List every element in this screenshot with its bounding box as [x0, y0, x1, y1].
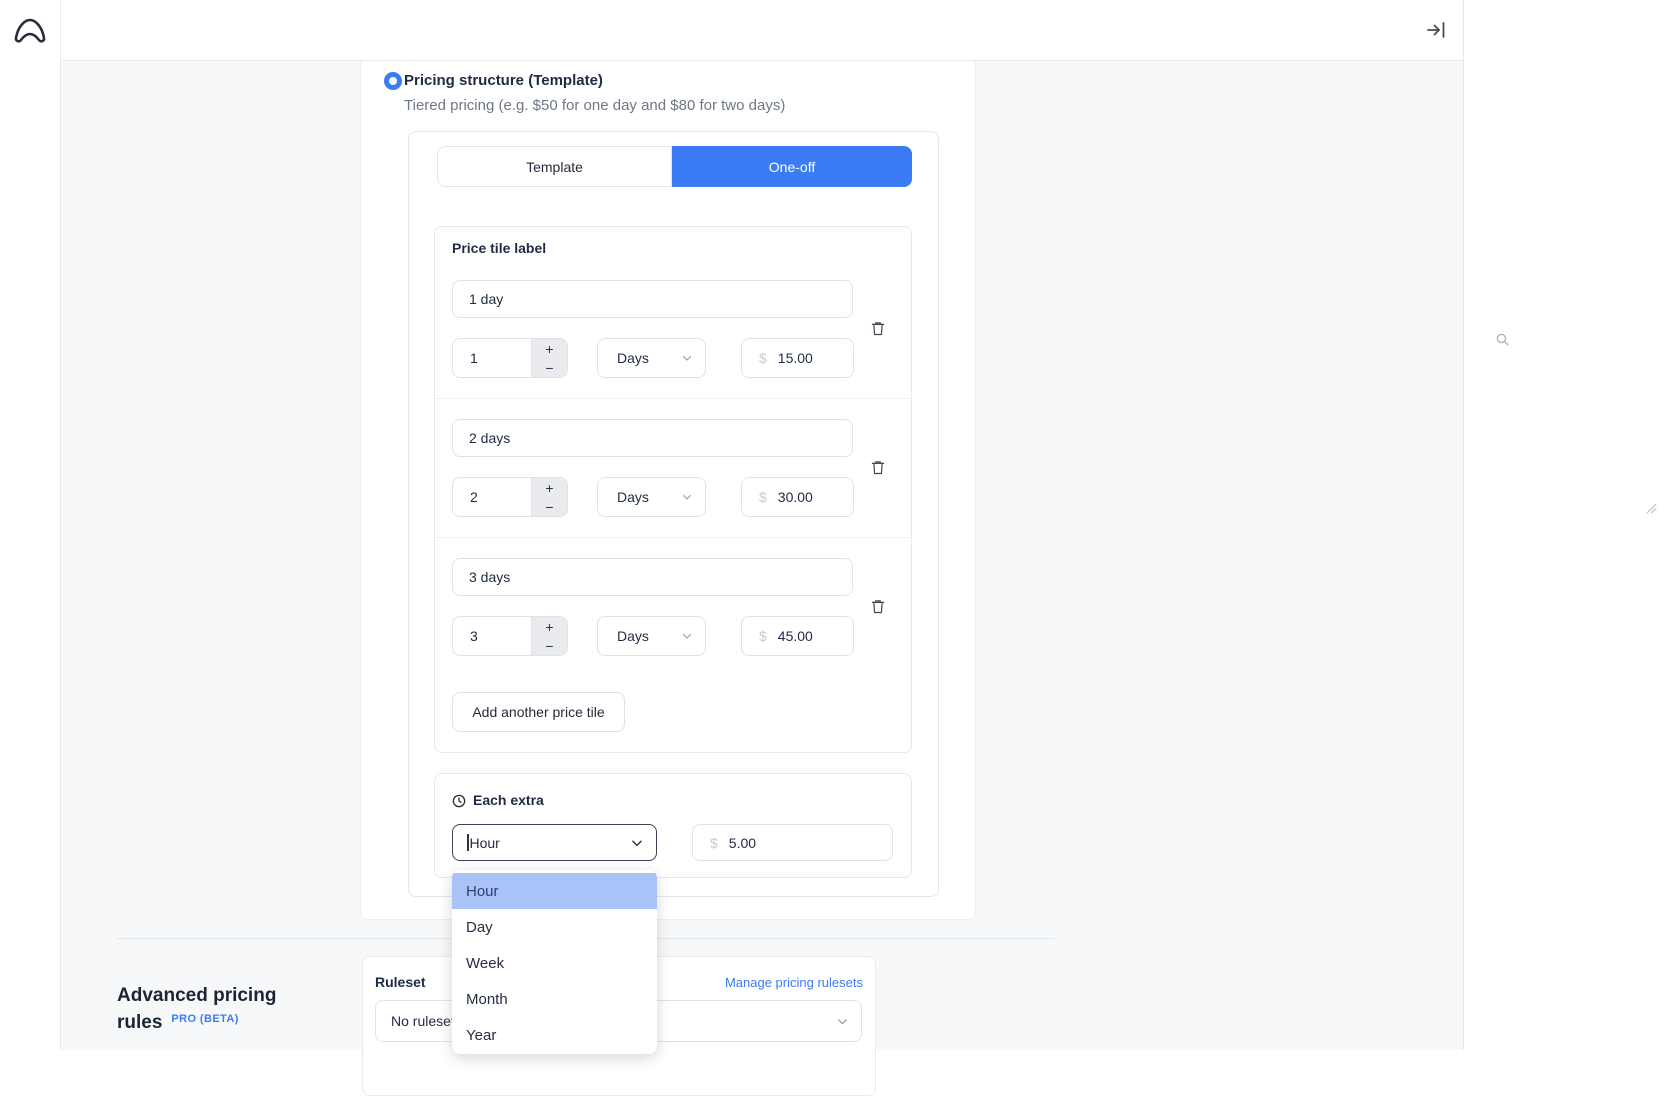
chevron-down-icon: [681, 630, 693, 642]
tile-label-input[interactable]: [452, 558, 853, 596]
period-dropdown-menu: Hour Day Week Month Year: [452, 870, 657, 1054]
clock-icon: [451, 793, 467, 809]
currency-symbol: $: [710, 835, 718, 851]
tile-quantity-field: + −: [452, 477, 568, 517]
dropdown-option-month[interactable]: Month: [452, 981, 657, 1017]
advanced-pricing-heading: Advanced pricing rules PRO (BETA): [117, 982, 276, 1036]
tile-price-field[interactable]: $ 15.00: [741, 338, 854, 378]
dropdown-option-day[interactable]: Day: [452, 909, 657, 945]
add-price-tile-button[interactable]: Add another price tile: [452, 692, 625, 732]
tile-price-field[interactable]: $ 45.00: [741, 616, 854, 656]
currency-symbol: $: [759, 628, 767, 644]
chevron-down-icon: [630, 836, 644, 850]
quantity-decrement-button[interactable]: −: [532, 358, 567, 377]
tile-label-input[interactable]: [452, 280, 853, 318]
delete-tile-trash-icon[interactable]: [869, 458, 887, 477]
tile-quantity-input[interactable]: [453, 489, 523, 505]
chevron-down-icon: [681, 352, 693, 364]
details-right-panel: [1463, 0, 1680, 1050]
tile-divider: [435, 398, 911, 399]
pricing-structure-hint: Tiered pricing (e.g. $50 for one day and…: [404, 97, 785, 114]
ruleset-label: Ruleset: [375, 974, 426, 990]
tile-period-select[interactable]: Days: [597, 616, 706, 656]
mode-template-button[interactable]: Template: [437, 146, 672, 187]
price-tile-label-heading: Price tile label: [452, 240, 546, 256]
app-logo-icon[interactable]: [10, 13, 50, 47]
tile-quantity-input[interactable]: [453, 350, 523, 366]
tile-price-field[interactable]: $ 30.00: [741, 477, 854, 517]
quantity-decrement-button[interactable]: −: [532, 497, 567, 516]
quantity-increment-button[interactable]: +: [532, 478, 567, 497]
quantity-stepper: + −: [531, 339, 567, 377]
dropdown-option-week[interactable]: Week: [452, 945, 657, 981]
tile-period-select[interactable]: Days: [597, 338, 706, 378]
currency-symbol: $: [759, 489, 767, 505]
quantity-increment-button[interactable]: +: [532, 617, 567, 636]
each-extra-heading: Each extra: [473, 792, 544, 808]
each-extra-price-field[interactable]: $ 5.00: [692, 824, 893, 861]
chevron-down-icon: [836, 1015, 849, 1028]
page-header: [61, 0, 1463, 61]
manage-rulesets-link[interactable]: Manage pricing rulesets: [725, 975, 863, 990]
pricing-structure-label: Pricing structure (Template): [404, 72, 603, 89]
quantity-decrement-button[interactable]: −: [532, 636, 567, 655]
chevron-down-icon: [681, 491, 693, 503]
quantity-stepper: + −: [531, 617, 567, 655]
delete-tile-trash-icon[interactable]: [869, 319, 887, 338]
search-icon: [1494, 331, 1511, 348]
quantity-stepper: + −: [531, 478, 567, 516]
pro-beta-badge: PRO (BETA): [171, 1013, 238, 1025]
dropdown-option-year[interactable]: Year: [452, 1017, 657, 1053]
tile-period-select[interactable]: Days: [597, 477, 706, 517]
left-sidebar: [0, 0, 61, 1050]
tile-quantity-field: + −: [452, 338, 568, 378]
tile-quantity-input[interactable]: [453, 628, 523, 644]
pricing-structure-radio[interactable]: [384, 72, 402, 90]
tile-quantity-field: + −: [452, 616, 568, 656]
dropdown-option-hour[interactable]: Hour: [452, 873, 657, 909]
tile-label-input[interactable]: [452, 419, 853, 457]
quantity-increment-button[interactable]: +: [532, 339, 567, 358]
mode-oneoff-button[interactable]: One-off: [672, 146, 912, 187]
resize-handle-icon[interactable]: [1646, 503, 1657, 514]
collapse-panel-icon[interactable]: [1424, 18, 1448, 42]
each-extra-period-select[interactable]: Hour: [452, 824, 657, 861]
tile-divider: [435, 537, 911, 538]
text-cursor: [467, 834, 469, 851]
currency-symbol: $: [759, 350, 767, 366]
delete-tile-trash-icon[interactable]: [869, 597, 887, 616]
